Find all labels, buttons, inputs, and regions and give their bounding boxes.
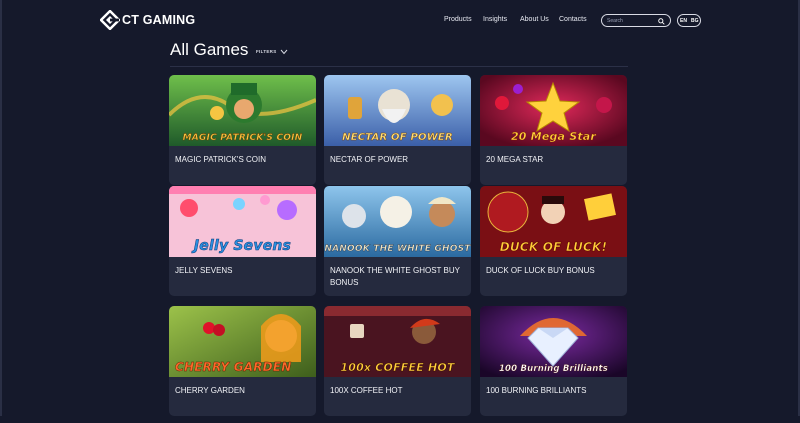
game-art-title: 100x COFFEE HOT (340, 361, 455, 375)
game-card[interactable]: DUCK OF LUCK! DUCK OF LUCK BUY BONUS (480, 186, 627, 296)
game-card[interactable]: Jelly Sevens JELLY SEVENS (169, 186, 316, 296)
game-card[interactable]: NECTAR OF POWER NECTAR OF POWER (324, 75, 471, 185)
lang-en[interactable]: EN (680, 18, 687, 24)
nav-insights[interactable]: Insights (483, 16, 507, 23)
nav-contacts[interactable]: Contacts (559, 16, 587, 23)
viewport-bottom (0, 416, 800, 423)
game-title[interactable]: NANOOK THE WHITE GHOST BUY BONUS (330, 265, 466, 289)
game-art-title: 100 Burning Brilliants (498, 364, 609, 374)
search-input[interactable] (607, 17, 659, 24)
game-title[interactable]: NECTAR OF POWER (330, 154, 466, 166)
filters-toggle[interactable]: FILTERS (256, 49, 277, 54)
game-title[interactable]: 100X COFFEE HOT (330, 385, 466, 397)
search-icon[interactable] (658, 18, 665, 25)
game-title[interactable]: MAGIC PATRICK'S COIN (175, 154, 311, 166)
game-thumbnail[interactable]: NECTAR OF POWER (324, 75, 471, 146)
game-card[interactable]: MAGIC PATRICK'S COIN MAGIC PATRICK'S COI… (169, 75, 316, 185)
logo-mark-icon (100, 10, 120, 30)
game-card[interactable]: 20 Mega Star 20 MEGA STAR (480, 75, 627, 185)
game-art-title: MAGIC PATRICK'S COIN (182, 133, 303, 143)
game-art-title: CHERRY GARDEN (175, 360, 292, 374)
game-thumbnail[interactable]: NANOOK THE WHITE GHOST (324, 186, 471, 257)
game-art-title: NECTAR OF POWER (342, 132, 453, 143)
game-title[interactable]: 20 MEGA STAR (486, 154, 622, 166)
game-thumbnail[interactable]: 100x COFFEE HOT (324, 306, 471, 377)
window-edge-left (0, 0, 2, 423)
game-thumbnail[interactable]: Jelly Sevens (169, 186, 316, 257)
game-thumbnail[interactable]: 100 Burning Brilliants (480, 306, 627, 377)
nav-products[interactable]: Products (444, 16, 472, 23)
game-thumbnail[interactable]: CHERRY GARDEN (169, 306, 316, 377)
game-card[interactable]: 100 Burning Brilliants 100 BURNING BRILL… (480, 306, 627, 416)
site-header: CT GAMING Products Insights About Us Con… (0, 0, 800, 40)
game-thumbnail[interactable]: DUCK OF LUCK! (480, 186, 627, 257)
chevron-down-icon[interactable] (280, 49, 288, 55)
nav-about-us[interactable]: About Us (520, 16, 549, 23)
title-divider (170, 66, 628, 67)
game-art-title: Jelly Sevens (193, 238, 292, 255)
brand-logo[interactable]: CT GAMING (100, 9, 195, 31)
game-art-title: 20 Mega Star (510, 130, 597, 143)
game-card[interactable]: 100x COFFEE HOT 100X COFFEE HOT (324, 306, 471, 416)
brand-name: CT GAMING (122, 13, 196, 27)
game-title[interactable]: DUCK OF LUCK BUY BONUS (486, 265, 622, 277)
search-box[interactable] (601, 14, 671, 27)
game-title[interactable]: JELLY SEVENS (175, 265, 311, 277)
game-thumbnail[interactable]: MAGIC PATRICK'S COIN (169, 75, 316, 146)
game-thumbnail[interactable]: 20 Mega Star (480, 75, 627, 146)
game-card[interactable]: CHERRY GARDEN CHERRY GARDEN (169, 306, 316, 416)
lang-bg[interactable]: BG (691, 18, 699, 24)
game-card[interactable]: NANOOK THE WHITE GHOST NANOOK THE WHITE … (324, 186, 471, 296)
game-art-title: DUCK OF LUCK! (499, 240, 608, 255)
game-title[interactable]: 100 BURNING BRILLIANTS (486, 385, 622, 397)
game-art-title: NANOOK THE WHITE GHOST (324, 244, 471, 254)
page-title: All Games (170, 40, 249, 59)
game-title[interactable]: CHERRY GARDEN (175, 385, 311, 397)
